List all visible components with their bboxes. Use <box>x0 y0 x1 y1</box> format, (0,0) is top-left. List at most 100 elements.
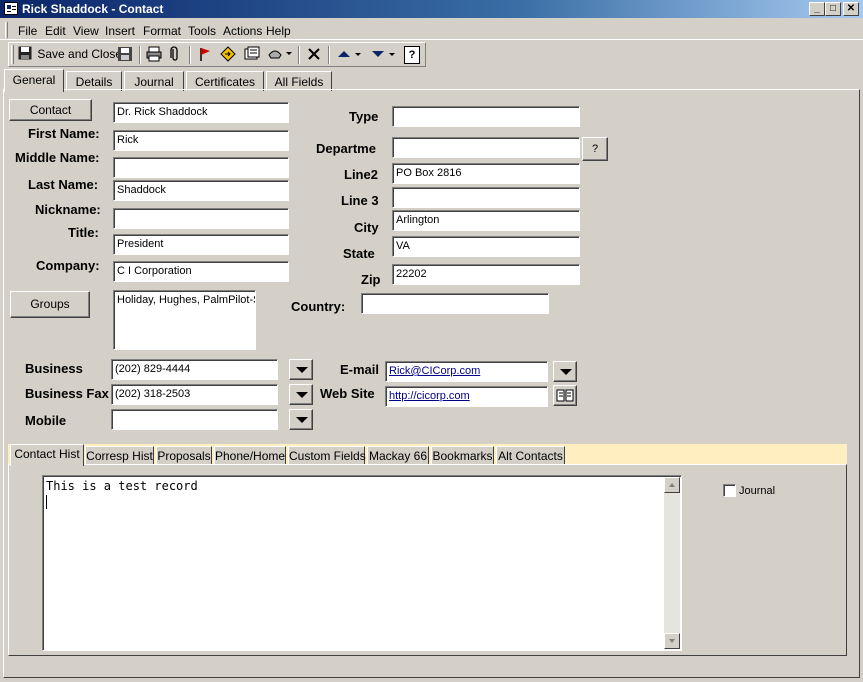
contact-button[interactable]: Contact <box>9 99 92 121</box>
subtab-bookmarks[interactable]: Bookmarks <box>431 446 494 465</box>
mobile-field[interactable] <box>111 409 278 430</box>
menu-format[interactable]: Format <box>143 24 181 38</box>
book-icon <box>556 389 574 402</box>
tab-journal[interactable]: Journal <box>124 71 184 91</box>
tab-certificates[interactable]: Certificates <box>186 71 264 91</box>
menu-view[interactable]: View <box>73 24 99 38</box>
printer-icon <box>146 46 162 62</box>
attach-button[interactable] <box>168 46 182 64</box>
print-button[interactable] <box>146 46 162 64</box>
last-name-field[interactable]: Shaddock <box>113 180 289 201</box>
business-phone-dropdown[interactable] <box>289 359 313 380</box>
menu-tools[interactable]: Tools <box>188 24 216 38</box>
middle-name-field[interactable] <box>113 157 289 178</box>
mobile-label: Mobile <box>25 413 67 428</box>
card-icon <box>244 46 260 60</box>
mobile-dropdown[interactable] <box>289 409 313 430</box>
journal-checkbox[interactable] <box>723 484 736 497</box>
tab-details[interactable]: Details <box>66 71 122 91</box>
previous-item-button[interactable] <box>336 46 362 64</box>
display-map-button[interactable] <box>244 46 260 64</box>
city-label: City <box>354 220 379 235</box>
delete-button[interactable] <box>306 46 322 64</box>
toolbar: Save and Close ? <box>8 42 426 67</box>
subtab-corresp-hist[interactable]: Corresp Hist <box>85 446 154 465</box>
zip-label: Zip <box>361 272 381 287</box>
menu-help[interactable]: Help <box>266 24 291 38</box>
contact-card-icon <box>4 2 18 15</box>
title-bar[interactable]: Rick Shaddock - Contact _ □ ✕ <box>0 0 863 18</box>
country-label: Country: <box>291 299 346 314</box>
title-field[interactable]: President <box>113 234 289 255</box>
subtab-contact-hist[interactable]: Contact Hist <box>10 444 84 466</box>
country-field[interactable] <box>361 293 549 314</box>
full-name-field[interactable]: Dr. Rick Shaddock <box>113 102 289 123</box>
menu-file[interactable]: File <box>18 24 37 38</box>
menu-grip[interactable] <box>5 22 8 38</box>
browse-web-button[interactable] <box>553 385 577 406</box>
subtab-alt-contacts[interactable]: Alt Contacts <box>496 446 565 465</box>
state-field[interactable]: VA <box>392 236 580 257</box>
notes-textarea[interactable]: This is a test record <box>42 475 682 651</box>
subtab-phone-home[interactable]: Phone/Home <box>214 446 286 465</box>
department-field[interactable] <box>392 137 580 158</box>
email-field[interactable]: Rick@CICorp.com <box>385 361 548 382</box>
subtab-custom-fields[interactable]: Custom Fields <box>288 446 366 465</box>
zip-field[interactable]: 22202 <box>392 264 580 285</box>
follow-up-flag-button[interactable] <box>197 46 213 64</box>
business-phone-field[interactable]: (202) 829-4444 <box>111 359 278 380</box>
save-and-close-button[interactable]: Save and Close <box>18 46 122 64</box>
line3-label: Line 3 <box>341 193 379 208</box>
line2-field[interactable]: PO Box 2816 <box>392 163 580 184</box>
groups-field[interactable]: Holiday, Hughes, PalmPilot-S <box>113 290 256 350</box>
menu-insert[interactable]: Insert <box>105 24 135 38</box>
website-field[interactable]: http://cicorp.com <box>385 386 548 407</box>
nickname-field[interactable] <box>113 208 289 229</box>
first-name-field[interactable]: Rick <box>113 130 289 151</box>
help-button[interactable]: ? <box>404 46 420 64</box>
toolbar-grip[interactable] <box>11 45 14 64</box>
chevron-down-icon <box>296 417 308 423</box>
tab-all-fields[interactable]: All Fields <box>266 71 332 91</box>
next-item-button[interactable] <box>370 46 396 64</box>
phone-dropdown-icon <box>268 50 292 59</box>
scroll-down-button[interactable] <box>664 633 680 649</box>
maximize-button[interactable]: □ <box>825 2 841 16</box>
email-dropdown[interactable] <box>553 361 577 382</box>
dial-button[interactable] <box>267 46 293 64</box>
close-button[interactable]: ✕ <box>843 2 859 16</box>
company-field[interactable]: C I Corporation <box>113 261 289 282</box>
business-fax-field[interactable]: (202) 318-2503 <box>111 384 278 405</box>
city-field[interactable]: Arlington <box>392 210 580 231</box>
notes-scrollbar[interactable] <box>664 477 680 649</box>
subtab-mackay-66[interactable]: Mackay 66 <box>367 446 429 465</box>
subtab-proposals[interactable]: Proposals <box>156 446 212 465</box>
save-icon <box>18 46 32 60</box>
minimize-button[interactable]: _ <box>809 2 825 16</box>
save-icon-button[interactable] <box>117 46 133 64</box>
email-label: E-mail <box>340 362 380 377</box>
menu-edit[interactable]: Edit <box>45 24 66 38</box>
down-arrow-icon <box>372 51 395 57</box>
chevron-down-icon <box>296 367 308 373</box>
menu-actions[interactable]: Actions <box>223 24 262 38</box>
business-fax-label: Business Fax <box>25 386 109 401</box>
toolbar-separator <box>189 46 191 64</box>
groups-button[interactable]: Groups <box>10 291 90 318</box>
type-field[interactable] <box>392 106 580 127</box>
business-fax-dropdown[interactable] <box>289 384 313 405</box>
middle-name-label: Middle Name: <box>15 150 100 165</box>
paperclip-icon <box>170 46 178 61</box>
scroll-up-button[interactable] <box>664 477 680 493</box>
line3-field[interactable] <box>392 187 580 208</box>
department-help-button[interactable]: ? <box>582 137 608 161</box>
window-title: Rick Shaddock - Contact <box>22 2 164 16</box>
nickname-label: Nickname: <box>35 202 101 217</box>
tab-general[interactable]: General <box>4 69 64 92</box>
floppy-icon <box>118 47 132 61</box>
website-label: Web Site <box>320 386 375 401</box>
company-label: Company: <box>36 258 100 273</box>
delete-x-icon <box>308 48 320 60</box>
address-book-button[interactable] <box>220 46 236 64</box>
last-name-label: Last Name: <box>28 177 99 192</box>
